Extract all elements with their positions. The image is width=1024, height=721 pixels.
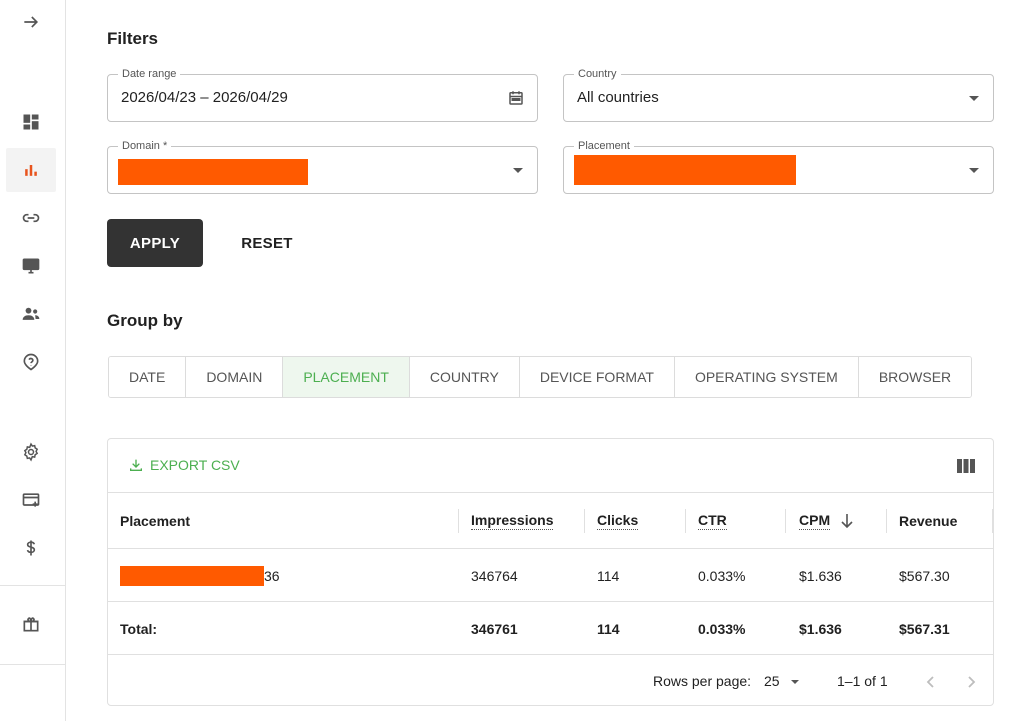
sidebar-divider xyxy=(0,664,66,665)
placement-label: Placement xyxy=(574,139,634,153)
header-placement[interactable]: Placement xyxy=(120,513,190,529)
domain-label: Domain * xyxy=(118,139,172,153)
main-content: Filters Date range 2026/04/23 – 2026/04/… xyxy=(66,0,1024,721)
row-ctr: 0.033% xyxy=(698,568,746,584)
row-impressions: 346764 xyxy=(471,568,518,584)
placement-name-suffix: 36 xyxy=(264,568,280,584)
column-separator xyxy=(886,509,887,533)
monitor-icon[interactable] xyxy=(6,244,56,288)
analytics-icon[interactable] xyxy=(6,148,56,192)
total-impressions: 346761 xyxy=(471,621,518,637)
group-by-toggle: DATE DOMAIN PLACEMENT COUNTRY DEVICE FOR… xyxy=(108,356,973,398)
chevron-down-icon xyxy=(791,680,799,684)
total-clicks: 114 xyxy=(597,621,620,637)
country-label: Country xyxy=(574,67,621,81)
groupby-device-format-button[interactable]: DEVICE FORMAT xyxy=(519,357,675,397)
apply-button[interactable]: APPLY xyxy=(107,219,203,267)
settings-icon[interactable] xyxy=(6,430,56,474)
groupby-country-button[interactable]: COUNTRY xyxy=(409,357,520,397)
header-cpm[interactable]: CPM xyxy=(799,512,831,530)
country-value: All countries xyxy=(577,89,659,106)
column-separator xyxy=(458,509,459,533)
chevron-right-icon[interactable] xyxy=(963,674,979,690)
header-clicks[interactable]: Clicks xyxy=(597,512,639,530)
total-cpm: $1.636 xyxy=(799,621,842,637)
table-total-row: Total: 346761 114 0.033% $1.636 $567.31 xyxy=(108,601,993,654)
download-icon xyxy=(130,459,142,471)
domain-select[interactable]: Domain * xyxy=(107,139,538,194)
table-row: 36 346764 114 0.033% $1.636 $567.30 xyxy=(108,548,993,601)
row-cpm: $1.636 xyxy=(799,568,842,584)
help-icon[interactable] xyxy=(6,340,56,384)
rows-per-page-label: Rows per page: xyxy=(653,673,752,689)
groupby-domain-button[interactable]: DOMAIN xyxy=(186,357,284,397)
country-select[interactable]: Country All countries xyxy=(563,67,994,122)
total-revenue: $567.31 xyxy=(899,621,950,637)
total-ctr: 0.033% xyxy=(698,621,746,637)
gift-icon[interactable] xyxy=(6,602,56,646)
row-revenue: $567.30 xyxy=(899,568,950,584)
users-icon[interactable] xyxy=(6,292,56,336)
sidebar-divider xyxy=(0,585,66,586)
header-ctr[interactable]: CTR xyxy=(698,512,727,530)
chevron-left-icon[interactable] xyxy=(923,674,939,690)
table-pagination: Rows per page: 25 1–1 of 1 xyxy=(108,654,993,705)
group-by-title: Group by xyxy=(107,311,183,330)
header-revenue[interactable]: Revenue xyxy=(899,513,957,529)
placement-name-redacted xyxy=(120,566,264,586)
rows-per-page-select[interactable]: 25 xyxy=(764,667,804,695)
placement-value-redacted xyxy=(574,155,796,185)
groupby-date-button[interactable]: DATE xyxy=(109,357,187,397)
arrow-down-icon[interactable] xyxy=(840,513,854,529)
groupby-operating-system-button[interactable]: OPERATING SYSTEM xyxy=(674,357,859,397)
groupby-placement-button[interactable]: PLACEMENT xyxy=(283,357,410,397)
date-range-field[interactable]: Date range 2026/04/23 – 2026/04/29 xyxy=(107,67,538,122)
expand-icon[interactable] xyxy=(6,0,56,44)
sidebar xyxy=(0,0,66,721)
domain-value-redacted xyxy=(118,159,308,185)
column-separator xyxy=(992,509,993,533)
chevron-down-icon xyxy=(969,96,979,101)
rows-per-page-value: 25 xyxy=(764,673,780,689)
dashboard-icon[interactable] xyxy=(6,100,56,144)
dollar-icon[interactable] xyxy=(6,526,56,570)
date-range-value: 2026/04/23 – 2026/04/29 xyxy=(121,89,288,106)
total-label: Total: xyxy=(120,621,158,637)
export-csv-label: EXPORT CSV xyxy=(150,457,240,473)
export-csv-button[interactable]: EXPORT CSV xyxy=(128,457,240,473)
chevron-down-icon xyxy=(969,168,979,173)
header-impressions[interactable]: Impressions xyxy=(471,512,554,530)
columns-icon[interactable] xyxy=(957,459,975,473)
link-icon[interactable] xyxy=(6,196,56,240)
report-table: EXPORT CSV Placement Impressions Clicks … xyxy=(107,438,994,706)
chevron-down-icon xyxy=(513,168,523,173)
column-separator xyxy=(785,509,786,533)
placement-select[interactable]: Placement xyxy=(563,139,994,194)
row-clicks: 114 xyxy=(597,568,620,584)
reset-button[interactable]: RESET xyxy=(228,219,306,267)
column-separator xyxy=(685,509,686,533)
calendar-icon[interactable] xyxy=(507,89,525,107)
table-header: Placement Impressions Clicks CTR CPM Rev… xyxy=(108,492,993,548)
filters-title: Filters xyxy=(107,29,159,48)
pagination-range: 1–1 of 1 xyxy=(837,673,888,689)
billing-icon[interactable] xyxy=(6,478,56,522)
column-separator xyxy=(584,509,585,533)
groupby-browser-button[interactable]: BROWSER xyxy=(858,357,972,397)
date-range-label: Date range xyxy=(118,67,181,81)
